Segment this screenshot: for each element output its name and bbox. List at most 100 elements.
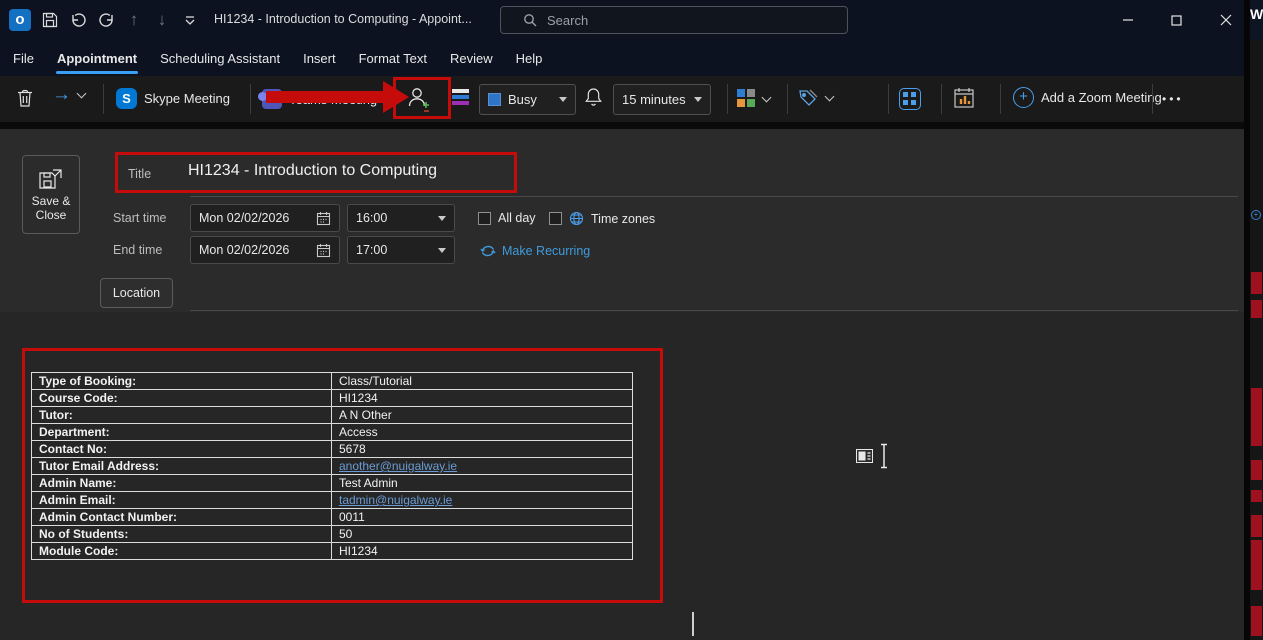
ribbon-divider	[0, 122, 1250, 129]
save-close-label-line1: Save &	[32, 194, 71, 208]
show-as-dropdown[interactable]: Busy	[479, 84, 576, 115]
occluded-event-block	[1251, 460, 1262, 480]
globe-icon	[569, 211, 584, 226]
annotation-arrow-shaft	[266, 91, 384, 103]
occluded-event-block	[1251, 515, 1262, 537]
add-zoom-meeting-button[interactable]: + Add a Zoom Meeting	[1013, 87, 1162, 108]
titlebar: o ↑ ↓	[0, 0, 1250, 40]
end-date-value: Mon 02/02/2026	[199, 243, 289, 257]
save-close-icon	[38, 168, 64, 190]
location-label: Location	[113, 286, 160, 300]
time-zones-checkbox-row[interactable]: Time zones	[549, 211, 655, 226]
ribbon-separator	[1000, 84, 1001, 114]
ribbon-separator	[888, 84, 889, 114]
tag-icon	[797, 88, 819, 108]
tags-dropdown-chevron-icon	[825, 92, 835, 102]
dropdown-arrow-icon	[559, 97, 567, 102]
redo-icon[interactable]	[92, 6, 120, 34]
undo-icon[interactable]	[64, 6, 92, 34]
end-date-input[interactable]: Mon 02/02/2026	[190, 236, 340, 264]
time-zones-checkbox[interactable]	[549, 212, 562, 225]
move-down-icon[interactable]: ↓	[148, 6, 176, 34]
ribbon-separator	[727, 84, 728, 114]
ribbon: → S Skype Meeting T Teams Meeting	[0, 76, 1250, 122]
search-box[interactable]	[500, 6, 848, 34]
ribbon-separator	[787, 84, 788, 114]
ribbon-tab-bar: File Appointment Scheduling Assistant In…	[0, 40, 1250, 76]
reminder-value: 15 minutes	[622, 92, 686, 107]
apps-grid-icon	[899, 88, 921, 110]
behind-window-strip: W +	[1250, 0, 1263, 640]
occluded-event-block	[1251, 272, 1262, 294]
skype-icon: S	[116, 88, 137, 109]
ribbon-separator	[103, 84, 104, 114]
paste-options-icon	[856, 449, 873, 463]
ribbon-separator	[941, 84, 942, 114]
maximize-button[interactable]	[1153, 0, 1199, 40]
save-close-label-line2: Close	[36, 208, 67, 222]
behind-window-plus-icon: +	[1251, 210, 1261, 220]
tab-scheduling-assistant[interactable]: Scheduling Assistant	[159, 47, 281, 70]
start-time-value: 16:00	[356, 211, 387, 225]
tab-file[interactable]: File	[12, 47, 35, 70]
insights-button[interactable]	[953, 87, 977, 110]
tab-help[interactable]: Help	[515, 47, 544, 70]
show-as-value: Busy	[508, 92, 537, 107]
close-button[interactable]	[1203, 0, 1249, 40]
categorize-icon	[737, 89, 756, 108]
occluded-event-block	[1251, 606, 1262, 636]
occluded-event-block	[1251, 490, 1262, 502]
add-zoom-meeting-label: Add a Zoom Meeting	[1041, 90, 1162, 105]
move-up-icon[interactable]: ↑	[120, 6, 148, 34]
save-icon[interactable]	[36, 6, 64, 34]
start-date-value: Mon 02/02/2026	[199, 211, 289, 225]
skype-meeting-button[interactable]: S Skype Meeting	[116, 88, 230, 109]
tab-appointment[interactable]: Appointment	[56, 47, 138, 70]
all-day-label: All day	[498, 211, 536, 225]
make-recurring-link[interactable]: Make Recurring	[480, 243, 590, 259]
title-underline	[190, 196, 1238, 197]
customize-quick-access-icon[interactable]	[176, 6, 204, 34]
calendar-icon[interactable]	[316, 211, 331, 226]
end-time-label: End time	[113, 243, 162, 257]
busy-status-swatch	[488, 93, 501, 106]
ribbon-overflow-button[interactable]: •••	[1162, 92, 1184, 106]
behind-window-title-fragment: W	[1250, 6, 1263, 22]
reminder-dropdown[interactable]: 15 minutes	[613, 84, 711, 115]
trash-icon	[16, 88, 34, 108]
forward-button[interactable]: →	[52, 84, 85, 106]
start-time-dropdown[interactable]: 16:00	[347, 204, 455, 232]
save-close-button[interactable]: Save & Close	[22, 155, 80, 234]
forward-arrow-icon: →	[52, 84, 71, 106]
quick-access-toolbar: ↑ ↓	[36, 0, 204, 40]
end-time-value: 17:00	[356, 243, 387, 257]
mouse-cursor-group	[856, 443, 889, 469]
screen: o ↑ ↓	[0, 0, 1263, 640]
bell-icon	[584, 87, 603, 108]
location-button[interactable]: Location	[100, 278, 173, 308]
all-day-checkbox[interactable]	[478, 212, 491, 225]
forward-dropdown-chevron-icon[interactable]	[77, 89, 87, 99]
time-zones-label: Time zones	[591, 212, 655, 226]
calendar-icon[interactable]	[316, 243, 331, 258]
tab-review[interactable]: Review	[449, 47, 494, 70]
ibeam-cursor-icon	[879, 443, 889, 469]
ribbon-separator	[250, 84, 251, 114]
calendar-chart-icon	[953, 87, 977, 110]
tab-insert[interactable]: Insert	[302, 47, 337, 70]
delete-button[interactable]	[16, 88, 34, 108]
show-as-bars-icon[interactable]	[452, 89, 469, 105]
start-time-label: Start time	[113, 211, 167, 225]
text-caret	[692, 612, 694, 636]
dropdown-arrow-icon	[438, 248, 446, 253]
search-input[interactable]	[547, 13, 797, 28]
reminder-bell-button[interactable]	[584, 87, 603, 108]
all-day-checkbox-row[interactable]: All day	[478, 211, 536, 225]
categorize-button[interactable]	[737, 89, 770, 108]
tab-format-text[interactable]: Format Text	[358, 47, 428, 70]
minimize-button[interactable]	[1105, 0, 1151, 40]
tags-button[interactable]	[797, 88, 833, 108]
start-date-input[interactable]: Mon 02/02/2026	[190, 204, 340, 232]
apps-button[interactable]	[899, 88, 921, 110]
end-time-dropdown[interactable]: 17:00	[347, 236, 455, 264]
